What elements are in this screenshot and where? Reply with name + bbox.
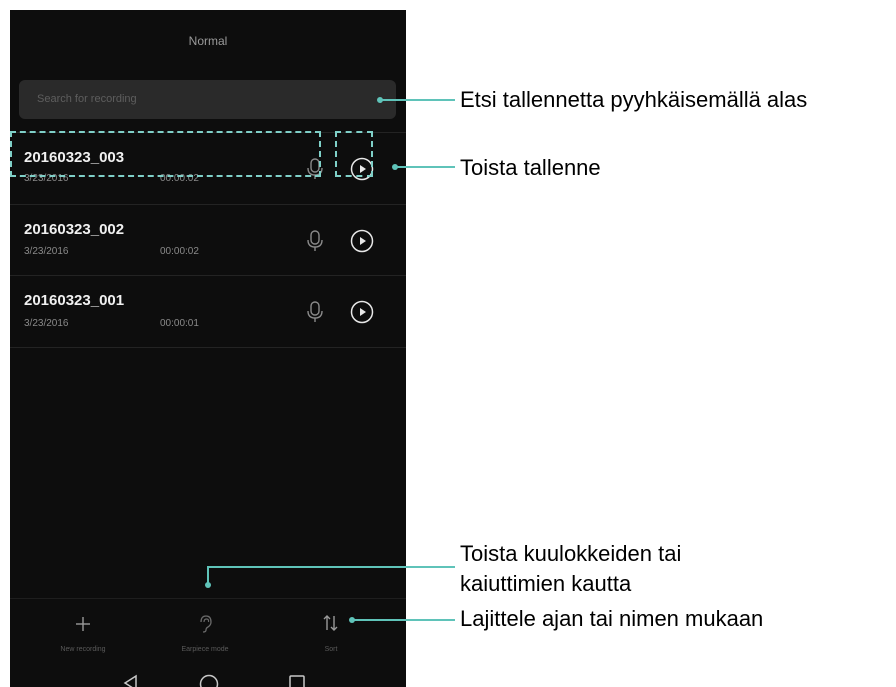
callout-play: Toista tallenne <box>460 155 601 180</box>
callout-sort: Lajittele ajan tai nimen mukaan <box>460 606 764 631</box>
callout-earpiece-line2: kaiuttimien kautta <box>460 571 632 596</box>
callout-earpiece-line1: Toista kuulokkeiden tai <box>460 541 682 566</box>
callout-search: Etsi tallennetta pyyhkäisemällä alas <box>460 87 808 112</box>
